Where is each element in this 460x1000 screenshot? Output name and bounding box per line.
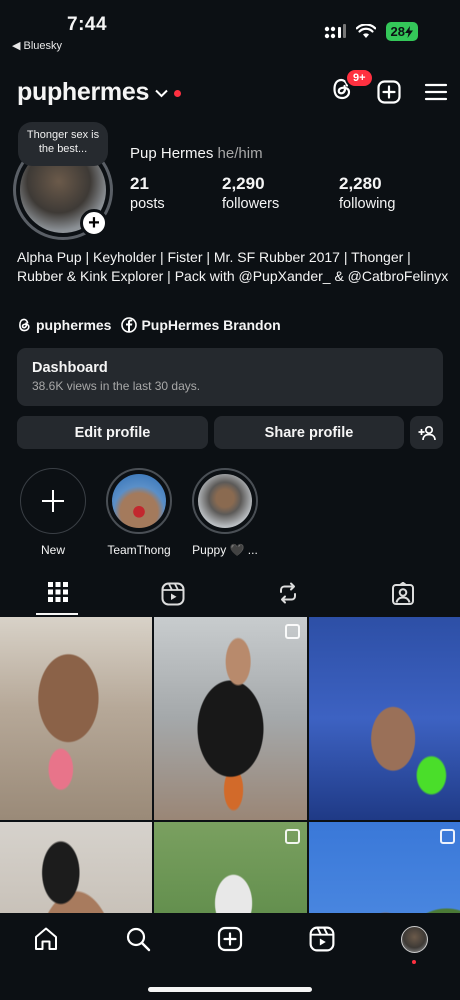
tab-posts-grid[interactable] <box>0 576 115 616</box>
highlight-cover-image <box>112 474 166 528</box>
username[interactable]: puphermes <box>17 78 149 107</box>
profile-bio: Alpha Pup | Keyholder | Fister | Mr. SF … <box>17 249 449 284</box>
cellular-signal-icon <box>324 23 346 38</box>
threads-link-label: puphermes <box>36 317 112 333</box>
highlight-label: Puppy 🖤 ... <box>192 543 258 557</box>
post-thumbnail[interactable] <box>154 617 307 820</box>
charging-bolt-icon <box>405 25 413 38</box>
professional-dashboard[interactable]: Dashboard 38.6K views in the last 30 day… <box>17 348 443 406</box>
tab-tagged[interactable] <box>345 576 460 616</box>
notification-badge: 9+ <box>345 68 374 88</box>
highlight-teamthong[interactable]: TeamThong <box>106 468 172 557</box>
new-highlight-circle <box>20 468 86 534</box>
profile-note[interactable]: Thonger sex is the best... <box>18 122 108 166</box>
posts-count: 21 <box>130 174 149 193</box>
reels-icon <box>161 582 184 606</box>
profile-avatar-icon <box>400 926 428 953</box>
post-thumbnail[interactable] <box>309 617 460 820</box>
battery-indicator: 28 <box>385 22 418 41</box>
status-icons: 28 <box>324 22 418 41</box>
unread-dot <box>174 89 182 97</box>
facebook-profile-link[interactable]: PupHermes Brandon <box>121 317 281 333</box>
posts-stat[interactable]: 21 posts <box>130 174 165 212</box>
profile-notification-dot <box>412 960 416 964</box>
plus-icon: + <box>88 212 100 234</box>
tab-reposts[interactable] <box>230 576 345 616</box>
highlight-new[interactable]: New <box>20 468 86 557</box>
followers-label: followers <box>222 196 280 212</box>
search-icon <box>126 927 151 952</box>
menu-icon[interactable] <box>424 82 448 102</box>
following-stat[interactable]: 2,280 following <box>339 174 395 212</box>
nav-search[interactable] <box>120 926 156 962</box>
add-story-button[interactable]: + <box>80 209 108 237</box>
highlight-label: TeamThong <box>107 543 171 557</box>
carousel-icon <box>440 829 455 844</box>
back-to-app-link[interactable]: ◀ Bluesky <box>12 39 62 52</box>
active-tab-indicator <box>36 613 78 615</box>
create-icon <box>217 926 243 952</box>
facebook-icon <box>121 317 138 333</box>
profile-tabs <box>0 576 460 616</box>
carousel-icon <box>285 624 300 639</box>
plus-icon <box>42 490 64 512</box>
discover-people-button[interactable] <box>410 416 443 449</box>
edit-profile-button[interactable]: Edit profile <box>17 416 208 449</box>
add-person-icon <box>418 425 436 440</box>
display-name: Pup Hermes <box>130 145 214 162</box>
header-actions: 9+ <box>330 68 448 107</box>
profile-header: puphermes 9+ <box>17 68 448 112</box>
carousel-icon <box>285 829 300 844</box>
highlight-label: New <box>40 543 65 557</box>
battery-level: 28 <box>390 24 405 39</box>
display-name-row: Pup Hermes he/him <box>130 145 263 162</box>
tagged-icon <box>391 582 414 605</box>
following-label: following <box>339 196 396 212</box>
nav-home[interactable] <box>28 926 64 962</box>
post-thumbnail[interactable] <box>154 822 307 917</box>
highlight-puppy[interactable]: Puppy 🖤 ... <box>192 468 258 557</box>
wifi-icon <box>355 24 376 38</box>
dashboard-title: Dashboard <box>32 360 108 376</box>
share-profile-button[interactable]: Share profile <box>214 416 404 449</box>
facebook-link-label: PupHermes Brandon <box>141 317 281 333</box>
followers-stat[interactable]: 2,290 followers <box>222 174 279 212</box>
reposts-icon <box>279 582 296 604</box>
highlight-cover-image <box>198 474 252 528</box>
post-thumbnail[interactable] <box>0 617 152 820</box>
nav-profile[interactable] <box>396 926 432 964</box>
posts-grid <box>0 617 460 917</box>
dashboard-subtitle: 38.6K views in the last 30 days. <box>32 379 201 393</box>
following-count: 2,280 <box>339 174 382 193</box>
followers-count: 2,290 <box>222 174 265 193</box>
nav-reels[interactable] <box>304 926 340 962</box>
profile-links: puphermes PupHermes Brandon <box>17 317 281 333</box>
create-post-icon[interactable] <box>377 79 401 104</box>
home-icon <box>35 927 57 950</box>
threads-button[interactable]: 9+ <box>330 68 374 107</box>
posts-label: posts <box>130 196 165 212</box>
reels-icon <box>309 926 335 952</box>
tab-reels[interactable] <box>115 576 230 616</box>
threads-profile-link[interactable]: puphermes <box>17 317 111 333</box>
post-thumbnail[interactable] <box>0 822 152 917</box>
highlight-ring <box>192 468 258 534</box>
post-thumbnail[interactable] <box>309 822 460 917</box>
chevron-down-icon[interactable] <box>155 89 168 98</box>
nav-create[interactable] <box>212 926 248 962</box>
threads-icon <box>19 318 30 332</box>
highlight-ring <box>106 468 172 534</box>
status-time: 7:44 <box>67 14 108 35</box>
grid-icon <box>47 582 68 602</box>
home-indicator[interactable] <box>148 987 312 992</box>
status-bar: 7:44 ◀ Bluesky 28 <box>0 0 460 58</box>
pronouns: he/him <box>217 145 263 162</box>
